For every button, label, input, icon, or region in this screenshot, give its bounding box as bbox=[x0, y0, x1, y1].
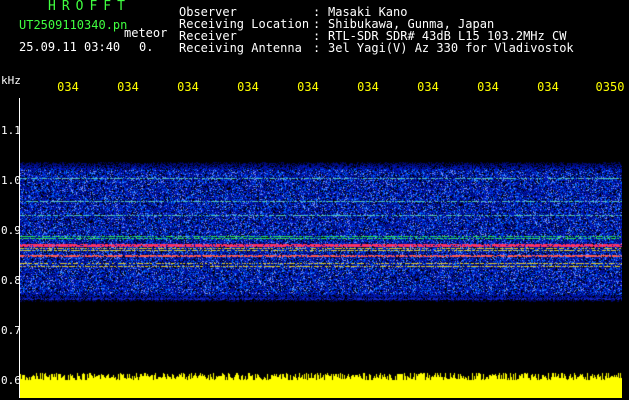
freq-tick: 0.9 bbox=[1, 224, 21, 237]
mode-label: meteor bbox=[124, 26, 168, 40]
antenna-colon: : bbox=[313, 41, 321, 55]
trail-text: 0. bbox=[139, 40, 154, 54]
antenna-value: 3el Yagi(V) Az 330 for Vladivostok bbox=[328, 41, 574, 55]
freq-tick: 0.7 bbox=[1, 324, 21, 337]
time-tick: 034 bbox=[417, 80, 439, 94]
time-tick: 034 bbox=[537, 80, 559, 94]
spectrogram bbox=[20, 98, 622, 398]
freq-tick: 1.1 bbox=[1, 124, 21, 137]
time-tick: 034 bbox=[237, 80, 259, 94]
freq-tick: 0.8 bbox=[1, 274, 21, 287]
time-tick: 0350 bbox=[595, 80, 625, 94]
time-tick: 034 bbox=[357, 80, 379, 94]
freq-tick: 0.6 bbox=[1, 374, 21, 387]
capture-datetime: 25.09.11 03:40 bbox=[19, 40, 121, 54]
file-name: UT2509110340.pn bbox=[19, 18, 128, 32]
time-tick: 034 bbox=[297, 80, 319, 94]
time-tick: 034 bbox=[117, 80, 139, 94]
antenna-label: Receiving Antenna bbox=[179, 41, 302, 55]
app-brand: HROFFT bbox=[48, 0, 131, 14]
time-tick: 034 bbox=[477, 80, 499, 94]
time-tick: 034 bbox=[177, 80, 199, 94]
time-tick: 034 bbox=[57, 80, 79, 94]
freq-tick: 1.0 bbox=[1, 174, 21, 187]
frequency-unit-label: kHz bbox=[1, 74, 21, 87]
